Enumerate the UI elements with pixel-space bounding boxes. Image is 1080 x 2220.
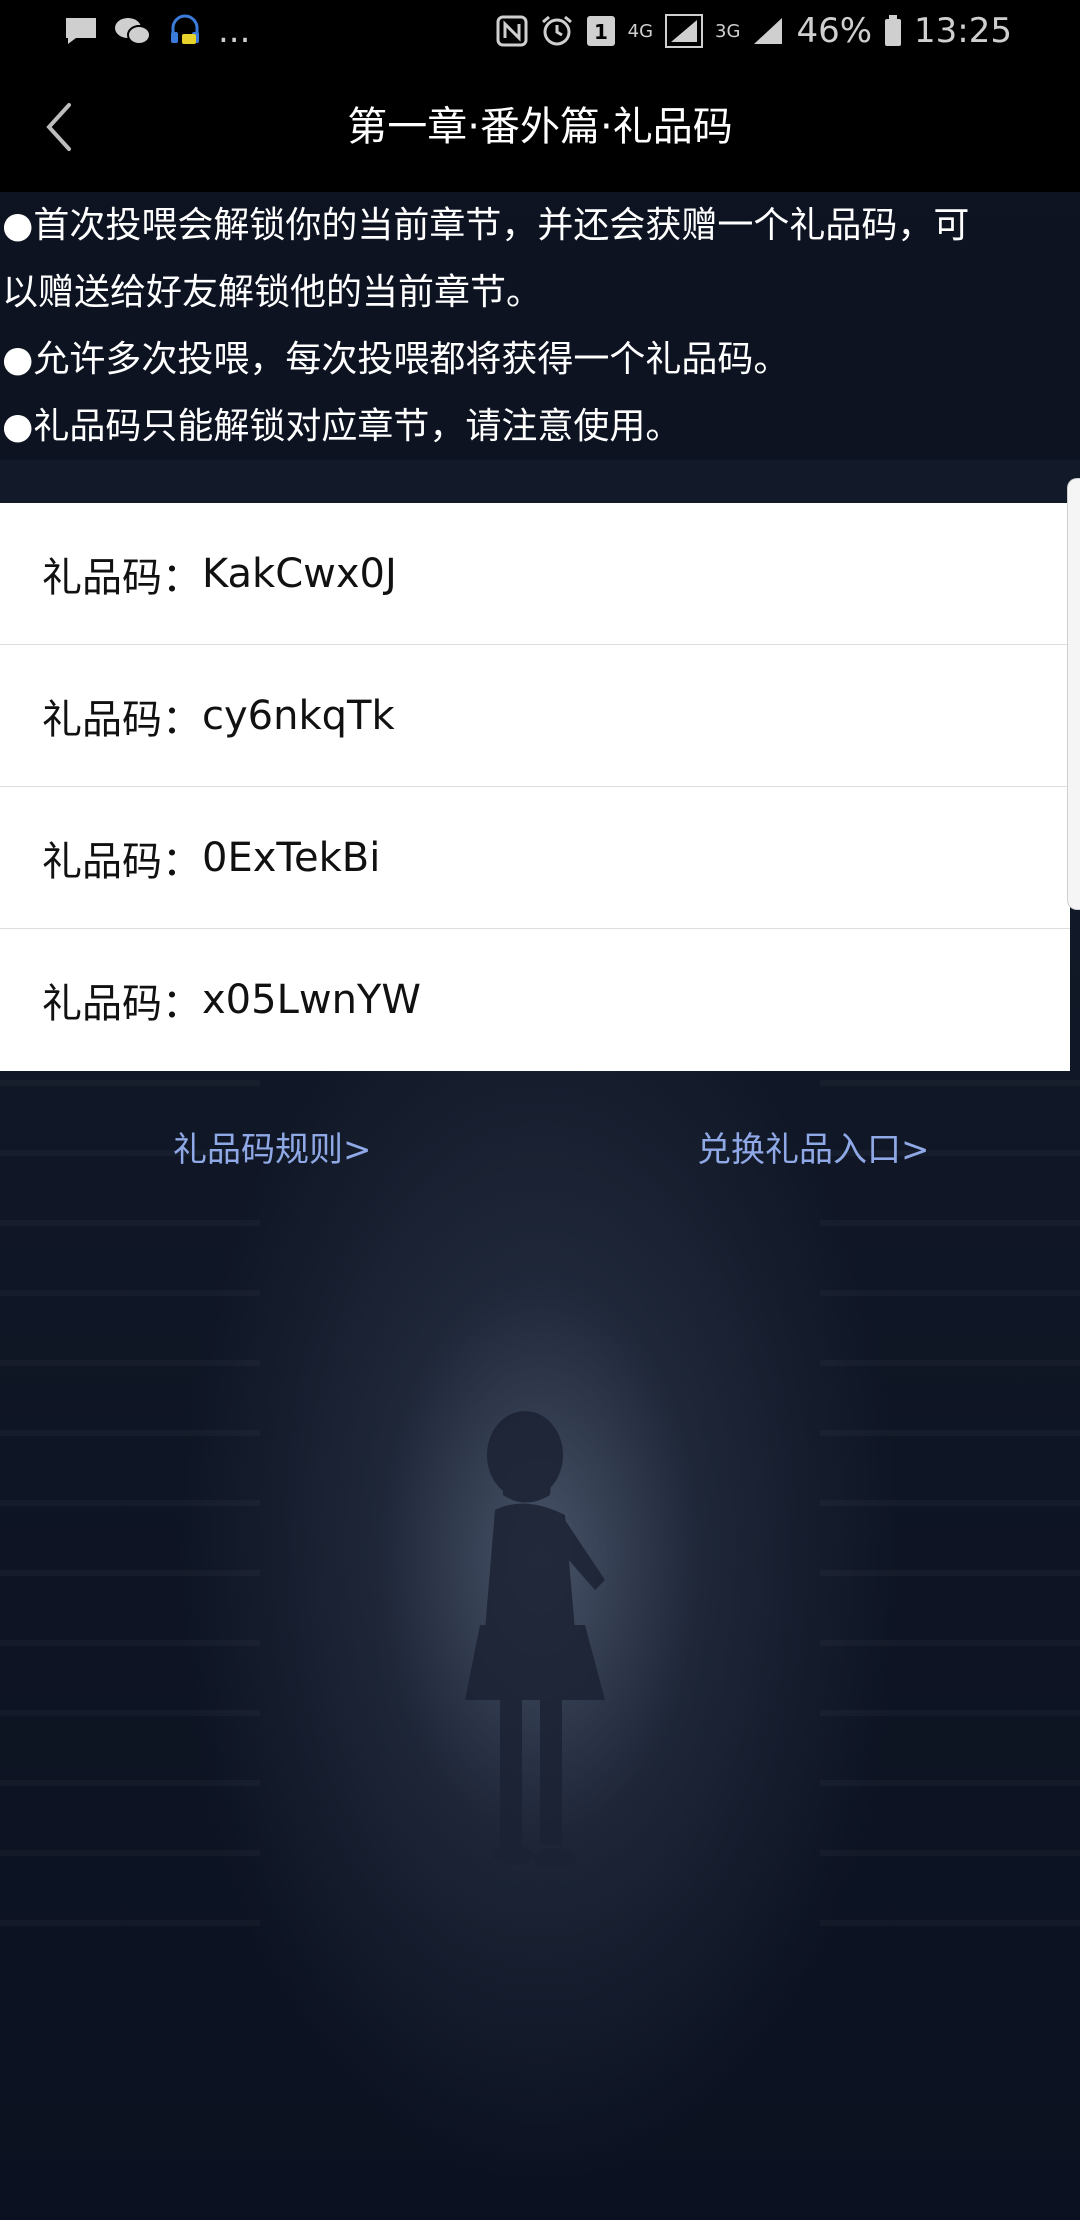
chevron-left-icon — [46, 103, 71, 151]
gift-code-rules: ●首次投喂会解锁你的当前章节，并还会获赠一个礼品码，可 以赠送给好友解锁他的当前… — [0, 192, 1080, 460]
rule-line: ●首次投喂会解锁你的当前章节，并还会获赠一个礼品码，可 — [2, 205, 970, 246]
rule-line: 以赠送给好友解锁他的当前章节。 — [2, 272, 543, 313]
nfc-icon — [496, 15, 528, 47]
clock-time: 13:25 — [914, 11, 1012, 51]
signal-icon — [665, 14, 704, 48]
network-4g: 4G — [627, 20, 654, 42]
network-3g: 3G — [715, 20, 741, 42]
back-button[interactable] — [24, 92, 94, 162]
bookshelf-right — [820, 1080, 1080, 1980]
bookshelf-left — [0, 1080, 260, 1980]
sim-number: 1 — [594, 20, 608, 44]
gift-code-row[interactable]: 礼品码： 0ExTekBi — [0, 787, 1070, 929]
battery-percent: 46% — [796, 11, 873, 51]
girl-silhouette-image — [465, 1411, 605, 1868]
gift-code-label: 礼品码： — [42, 981, 202, 1027]
message-icon — [64, 16, 98, 46]
wechat-icon — [114, 16, 152, 46]
status-bar: ... 1 4G 3G 46% 13:25 — [0, 0, 1080, 62]
gift-code-label: 礼品码： — [42, 554, 202, 601]
gift-code-value[interactable]: x05LwnYW — [202, 977, 421, 1023]
sim-icon: 1 — [586, 15, 616, 47]
gift-code-value[interactable]: cy6nkqTk — [202, 693, 395, 739]
headset-icon — [168, 14, 202, 48]
gift-code-row[interactable]: 礼品码： cy6nkqTk — [0, 645, 1070, 787]
signal-bars-icon — [752, 16, 784, 46]
side-drawer-handle[interactable] — [1067, 478, 1080, 910]
footer-links: 礼品码规则> 兑换礼品入口> — [0, 1115, 1080, 1185]
app-header: 第一章·番外篇·礼品码 — [0, 62, 1080, 192]
gift-code-row[interactable]: 礼品码： x05LwnYW — [0, 929, 1070, 1071]
battery-icon — [884, 15, 902, 47]
gift-code-row[interactable]: 礼品码： KakCwx0J — [0, 503, 1070, 645]
rule-line: ●礼品码只能解锁对应章节，请注意使用。 — [2, 406, 682, 447]
alarm-icon — [540, 14, 574, 48]
gift-code-value[interactable]: 0ExTekBi — [202, 835, 380, 881]
more-notifications-indicator: ... — [218, 11, 251, 51]
page-title: 第一章·番外篇·礼品码 — [347, 104, 733, 150]
gift-code-list: 礼品码： KakCwx0J 礼品码： cy6nkqTk 礼品码： 0ExTekB… — [0, 503, 1070, 1071]
gift-code-value[interactable]: KakCwx0J — [202, 551, 397, 597]
gift-code-rules-link[interactable]: 礼品码规则> — [173, 1115, 372, 1185]
gift-code-label: 礼品码： — [42, 838, 202, 885]
gift-code-label: 礼品码： — [42, 696, 202, 743]
rule-line: ●允许多次投喂，每次投喂都将获得一个礼品码。 — [2, 339, 790, 380]
redeem-gift-link[interactable]: 兑换礼品入口> — [697, 1115, 930, 1185]
